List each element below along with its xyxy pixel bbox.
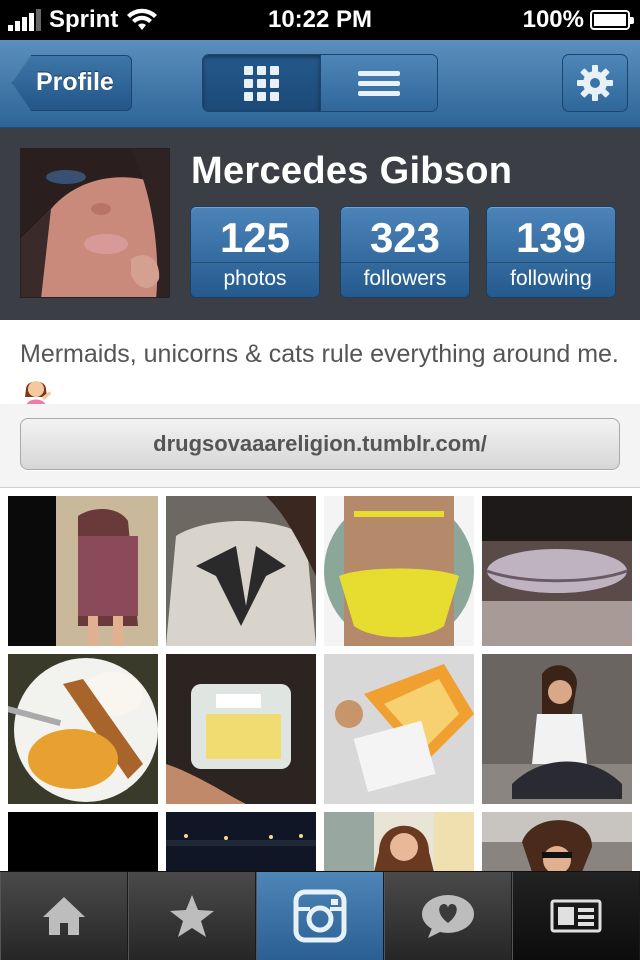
back-button[interactable]: Profile	[12, 55, 132, 111]
followers-count-button[interactable]: 323 followers	[340, 206, 470, 298]
following-label: following	[510, 267, 592, 290]
photo-thumbnail[interactable]	[324, 496, 474, 646]
followers-count: 323	[369, 214, 441, 261]
photo-thumbnail[interactable]	[8, 496, 158, 646]
photo-thumbnail[interactable]	[324, 654, 474, 804]
website-section: drugsovaaareligion.tumblr.com/	[0, 404, 640, 488]
status-bar: Sprint 10:22 PM 100%	[0, 0, 640, 40]
tab-bar	[0, 871, 640, 960]
photo-thumbnail[interactable]	[166, 812, 316, 871]
website-link[interactable]: drugsovaaareligion.tumblr.com/	[20, 418, 620, 470]
tab-camera[interactable]	[256, 872, 384, 960]
photo-thumbnail[interactable]	[482, 496, 632, 646]
photo-thumbnail[interactable]	[166, 654, 316, 804]
grid-view-icon	[243, 65, 279, 101]
profile-bio: Mermaids, unicorns & cats rule everythin…	[20, 336, 620, 408]
following-count: 139	[515, 214, 587, 261]
photo-thumbnail[interactable]	[482, 654, 632, 804]
home-icon	[43, 897, 85, 935]
tab-profile[interactable]	[512, 872, 640, 960]
battery-icon	[590, 10, 634, 30]
bio-text: Mermaids, unicorns & cats rule everythin…	[20, 340, 619, 368]
photo-grid	[0, 488, 640, 871]
navigation-bar: Profile	[0, 40, 640, 128]
photos-count-button[interactable]: 125 photos	[190, 206, 320, 298]
photo-thumbnail[interactable]	[166, 496, 316, 646]
followers-label: followers	[363, 267, 447, 290]
list-view-button[interactable]	[319, 55, 437, 111]
profile-name: Mercedes Gibson	[191, 150, 513, 192]
star-icon	[170, 895, 214, 937]
tab-popular[interactable]	[128, 872, 256, 960]
tab-home[interactable]	[0, 872, 128, 960]
grid-view-button[interactable]	[203, 55, 320, 111]
photos-count: 125	[219, 214, 291, 261]
list-view-icon	[357, 70, 400, 96]
photos-label: photos	[223, 267, 287, 290]
back-button-label: Profile	[36, 68, 114, 96]
photo-thumbnail[interactable]	[8, 812, 158, 871]
avatar[interactable]	[20, 148, 170, 298]
battery-percent: 100%	[522, 6, 584, 33]
profile-card-icon	[550, 899, 602, 933]
settings-button[interactable]	[562, 54, 628, 112]
gear-icon	[577, 65, 613, 101]
camera-icon	[293, 889, 347, 943]
profile-header: Mercedes Gibson 125 photos 323 followers…	[0, 128, 640, 320]
tab-activity[interactable]	[384, 872, 512, 960]
information-desk-person-emoji-icon	[25, 381, 51, 408]
speech-heart-icon	[422, 895, 474, 938]
photo-thumbnail[interactable]	[324, 812, 474, 871]
photo-thumbnail[interactable]	[8, 654, 158, 804]
photo-thumbnail[interactable]	[482, 812, 632, 871]
view-toggle	[202, 54, 438, 112]
following-count-button[interactable]: 139 following	[486, 206, 616, 298]
